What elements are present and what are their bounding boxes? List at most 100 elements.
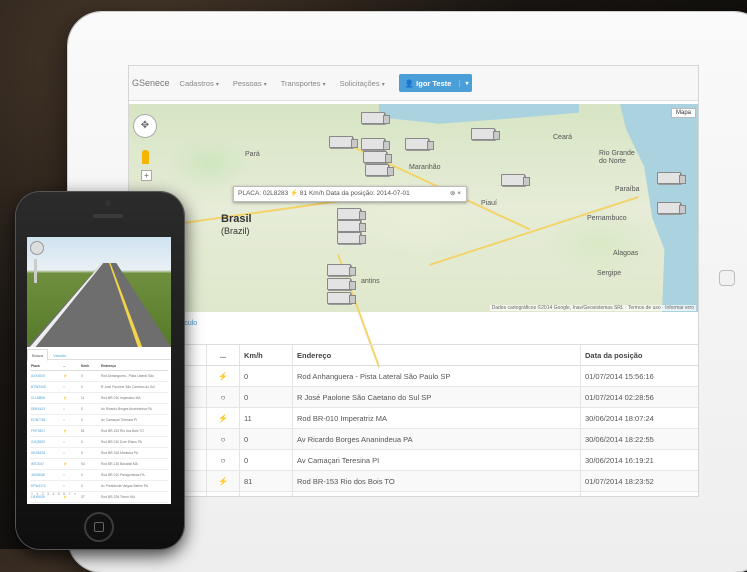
street-view-compass-icon[interactable] [30, 241, 44, 255]
zoom-in-button[interactable]: + [141, 170, 152, 181]
map-label-brazil: (Brazil) [221, 226, 250, 236]
cell-endereco: Av Camaçari Teresina PI [292, 449, 581, 471]
map-pan-control[interactable]: ✥ [133, 114, 157, 138]
cell-kmh: 0 [239, 386, 293, 408]
mobile-col-status[interactable]: ... [62, 362, 80, 371]
truck-marker[interactable] [501, 174, 530, 186]
list-item[interactable]: EGN7766 ○ 0 Av Camaçari Teresina PI [30, 414, 168, 426]
nav-solicitacoes[interactable]: Solicitações ▾ [340, 79, 385, 88]
mobile-cell-placa[interactable]: FHP3301 [30, 425, 62, 437]
list-item[interactable]: DBK4412 ○ 0 Av Ricardo Borges Ananindeua PA [30, 403, 168, 415]
truck-marker[interactable] [361, 112, 390, 124]
mobile-cell-kmh: 11 [80, 392, 100, 404]
truck-marker[interactable] [365, 164, 394, 176]
bolt-icon: ⚡ [218, 371, 228, 381]
mobile-cell-kmh: 0 [80, 403, 100, 415]
mobile-cell-placa[interactable]: CLU9856 [30, 392, 62, 404]
mobile-cell-placa[interactable]: EGN7766 [30, 414, 62, 426]
map-label-paraiba: Paraíba [615, 186, 640, 193]
mobile-cell-status: ○ [62, 447, 80, 459]
truck-marker[interactable] [329, 136, 358, 148]
cell-kmh: 0 [239, 449, 293, 471]
tab-veiculo[interactable]: Veículo [49, 350, 70, 358]
table-row[interactable]: ○ 0 R José Paolone São Caetano do Sul SP 01… [129, 386, 698, 408]
col-header-status[interactable]: ... [206, 344, 240, 366]
table-row[interactable]: ○ 0 Av Camaçari Teresina PI 30/06/2014 16:1… [129, 449, 698, 471]
brand-logo[interactable]: GSenece [132, 78, 170, 88]
truck-marker[interactable] [361, 138, 390, 150]
truck-marker[interactable] [337, 208, 366, 220]
list-item[interactable]: FHP3301 ⚡ 81 Rod BR-153 Rio dos Bois TO [30, 425, 168, 437]
col-header-kmh[interactable]: Km/h [239, 344, 293, 366]
table-row[interactable]: ⚡ 11 Rod BR-010 Imperatriz MA 30/06/2014 18… [129, 407, 698, 429]
col-header-data[interactable]: Data da posição [580, 344, 698, 366]
list-item[interactable]: GJQ5520 ○ 0 Rod BR-010 Dom Eliseu PA [30, 436, 168, 448]
tablet-home-button [719, 270, 735, 286]
truck-marker[interactable] [327, 278, 356, 290]
mobile-cell-endereco: Rod BR-153 Rio dos Bois TO [100, 425, 168, 437]
cell-endereco: Av Ricardo Borges Ananindeua PA [292, 428, 581, 450]
cell-endereco: Rod BR-153 Rio dos Bois TO [292, 470, 581, 492]
list-item[interactable]: HKS8193 ○ 0 Rod BR-316 Marituba PA [30, 447, 168, 459]
cell-endereco: Rod Anhanguera - Pista Lateral São Paulo… [292, 365, 581, 387]
mobile-cell-placa[interactable]: IMT2047 [30, 458, 62, 470]
mobile-cell-placa[interactable]: HKS8193 [30, 447, 62, 459]
table-row[interactable]: ○0Rod BR-010 Dom Eliseu PA30/06/2014 16:… [129, 491, 698, 496]
list-item[interactable]: AXX0000 ⚡ 0 Rod Anhanguera - Pista Lateral … [30, 370, 168, 382]
mobile-cell-status: ○ [62, 414, 80, 426]
nav-transportes[interactable]: Transportes ▾ [281, 79, 326, 88]
mobile-cell-placa[interactable]: DBK4412 [30, 403, 62, 415]
truck-marker[interactable] [363, 151, 392, 163]
list-item[interactable]: BTW2345 ○ 0 R José Paolone São Caetano do S… [30, 381, 168, 393]
tab-busca[interactable]: Busca [27, 349, 49, 361]
mobile-cell-placa[interactable]: GJQ5520 [30, 436, 62, 448]
table-row[interactable]: ○ 0 Av Ricardo Borges Ananindeua PA 30/06/2… [129, 428, 698, 450]
truck-marker[interactable] [657, 202, 686, 214]
list-item[interactable]: JNV6638 ○ 0 Rod BR-010 Paragominas PA [30, 469, 168, 481]
map-water [379, 104, 579, 124]
street-view-pegman-icon[interactable] [142, 150, 149, 164]
mobile-cell-placa[interactable]: KPW1174 [30, 480, 62, 492]
user-menu-button[interactable]: 👤 Igor Teste ▾ [398, 74, 473, 92]
truck-marker[interactable] [471, 128, 500, 140]
map-label-piaui: Piauí [481, 200, 497, 207]
truck-marker[interactable] [405, 138, 434, 150]
close-icon[interactable]: ⊚ × [450, 187, 461, 201]
map-type-button[interactable]: Mapa [670, 108, 696, 118]
cell-data: 30/06/2014 16:16:09 [580, 491, 698, 496]
truck-marker[interactable] [337, 232, 366, 244]
mobile-col-endereco[interactable]: Endereço [100, 362, 168, 371]
circle-icon: ○ [220, 455, 226, 465]
street-view-zoom-slider[interactable] [34, 259, 37, 283]
list-item[interactable]: KPW1174 ○ 0 Av Presidente Vargas Belém PA [30, 480, 168, 492]
mobile-cell-placa[interactable]: JNV6638 [30, 469, 62, 481]
mobile-cell-placa[interactable]: AXX0000 [30, 370, 62, 382]
cell-data: 30/06/2014 16:19:21 [580, 449, 698, 471]
mobile-cell-endereco: Av Ricardo Borges Ananindeua PA [100, 403, 168, 415]
mobile-cell-status: ○ [62, 469, 80, 481]
truck-marker[interactable] [327, 292, 356, 304]
list-item[interactable]: IMT2047 ⚡ 54 Rod BR-135 Bacabal MA [30, 458, 168, 470]
truck-marker[interactable] [327, 264, 356, 276]
map-label-brasil: Brasil [221, 213, 252, 225]
mobile-col-placa[interactable]: Placa [30, 362, 62, 371]
mobile-cell-placa[interactable]: BTW2345 [30, 381, 62, 393]
map-view[interactable]: Pará Maranhão Ceará Rio Grande do Norte … [129, 104, 698, 368]
cell-data: 01/07/2014 02:28:56 [580, 386, 698, 408]
mobile-pagination[interactable]: « 1 2 3 4 5 6 7 » [31, 491, 77, 496]
street-view-image[interactable] [27, 237, 171, 347]
list-item[interactable]: CLU9856 ⚡ 11 Rod BR-010 Imperatriz MA [30, 392, 168, 404]
chevron-down-icon[interactable]: ▾ [459, 79, 468, 87]
truck-marker[interactable] [657, 172, 686, 184]
table-row[interactable]: ⚡ 0 Rod Anhanguera - Pista Lateral São Pau… [129, 365, 698, 387]
mobile-cell-status: ○ [62, 480, 80, 492]
nav-pessoas[interactable]: Pessoas ▾ [233, 79, 267, 88]
nav-cadastros[interactable]: Cadastros ▾ [180, 79, 219, 88]
vehicle-info-window[interactable]: PLACA: 02L8283 ⚡ 81 Km/h Data da posição… [233, 186, 467, 202]
col-header-endereco[interactable]: Endereço [292, 344, 581, 366]
circle-icon: ○ [220, 434, 226, 444]
truck-marker[interactable] [337, 220, 366, 232]
mobile-col-kmh[interactable]: Km/h [80, 362, 100, 371]
info-window-text: PLACA: 02L8283 ⚡ 81 Km/h Data da posição… [238, 190, 410, 197]
table-row[interactable]: ⚡ 81 Rod BR-153 Rio dos Bois TO 01/07/2014 … [129, 470, 698, 492]
